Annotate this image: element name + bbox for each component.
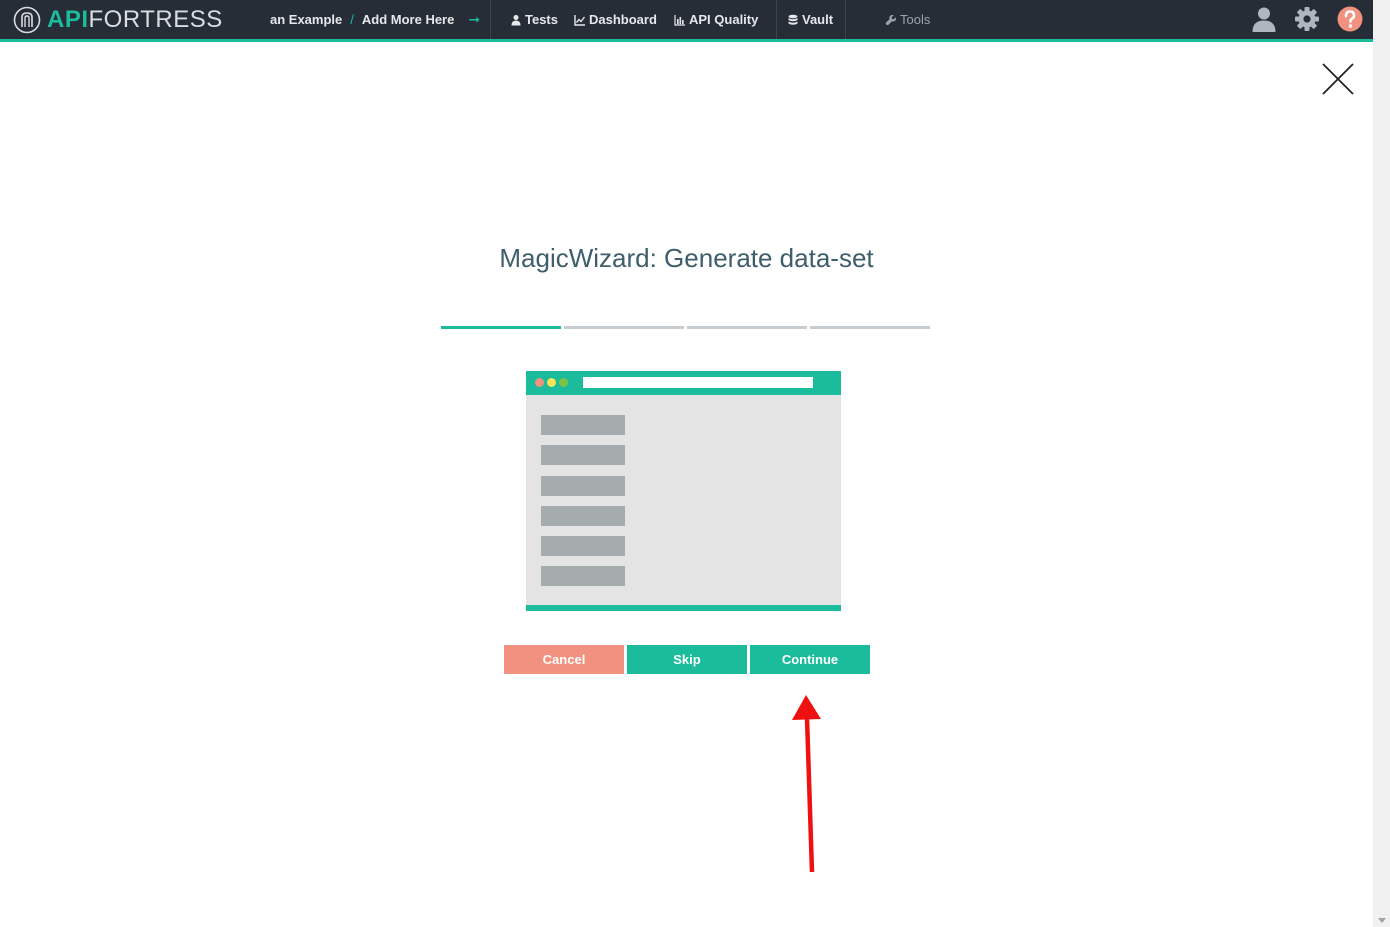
nav-dashboard-label: Dashboard [589, 12, 657, 27]
breadcrumb-separator: / [350, 12, 354, 27]
wizard-step-2 [564, 326, 684, 329]
wizard-title: MagicWizard: Generate data-set [499, 243, 874, 273]
nav-divider [490, 0, 491, 39]
illustration-address-bar [583, 377, 813, 388]
close-icon[interactable] [1322, 63, 1354, 95]
nav-dashboard[interactable]: Dashboard [574, 0, 657, 39]
nav-api-quality-label: API Quality [689, 12, 759, 27]
vertical-scrollbar[interactable] [1373, 0, 1390, 927]
illustration-close-dot [535, 378, 544, 387]
illustration-maximize-dot [559, 378, 568, 387]
illustration-browser-bar [526, 371, 841, 395]
illustration-minimize-dot [547, 378, 556, 387]
wizard-progress [441, 326, 930, 329]
user-icon[interactable] [1251, 6, 1277, 32]
red-annotation-arrow-icon [792, 695, 821, 873]
illustration-row [541, 476, 625, 496]
apifortress-logo[interactable]: APIFORTRESS [13, 6, 223, 34]
nav-tests-label: Tests [525, 12, 558, 27]
nav-divider [845, 0, 846, 39]
nav-divider [776, 0, 777, 39]
fortress-logo-icon [13, 6, 41, 34]
nav-tools-label: Tools [900, 12, 931, 27]
illustration-row [541, 506, 625, 526]
logo-fortress-text: FORTRESS [88, 6, 223, 33]
illustration-row [541, 445, 625, 465]
logo-api-text: API [47, 6, 89, 33]
database-icon [788, 14, 798, 25]
illustration-row [541, 566, 625, 586]
continue-button[interactable]: Continue [750, 645, 870, 674]
breadcrumb-project[interactable]: an Example [270, 12, 342, 27]
cancel-button[interactable]: Cancel [504, 645, 624, 674]
wrench-icon [885, 14, 897, 25]
help-icon[interactable] [1337, 6, 1363, 32]
breadcrumb: an Example / Add More Here ➞ [270, 0, 480, 39]
wizard-buttons: Cancel Skip Continue [504, 645, 870, 674]
line-chart-icon [574, 14, 586, 26]
gear-icon[interactable] [1294, 6, 1320, 32]
user-small-icon [511, 14, 521, 25]
wizard-step-4 [810, 326, 930, 329]
top-navbar: APIFORTRESS an Example / Add More Here ➞… [0, 0, 1373, 42]
illustration-row [541, 415, 625, 435]
scroll-down-arrow-icon[interactable] [1378, 918, 1386, 923]
browser-illustration [526, 371, 841, 611]
logo-text: APIFORTRESS [47, 6, 223, 34]
nav-vault-label: Vault [802, 12, 834, 27]
breadcrumb-current[interactable]: Add More Here [362, 12, 454, 27]
nav-vault[interactable]: Vault [787, 0, 833, 39]
illustration-footer-bar [526, 605, 841, 611]
nav-tools[interactable]: Tools [885, 0, 930, 39]
nav-api-quality[interactable]: API Quality [674, 0, 758, 39]
illustration-row [541, 536, 625, 556]
wizard-step-3 [687, 326, 807, 329]
arrow-right-icon[interactable]: ➞ [468, 11, 480, 28]
nav-tests[interactable]: Tests [510, 0, 558, 39]
skip-button[interactable]: Skip [627, 645, 747, 674]
bar-chart-icon [674, 14, 685, 26]
wizard-step-1 [441, 326, 561, 329]
